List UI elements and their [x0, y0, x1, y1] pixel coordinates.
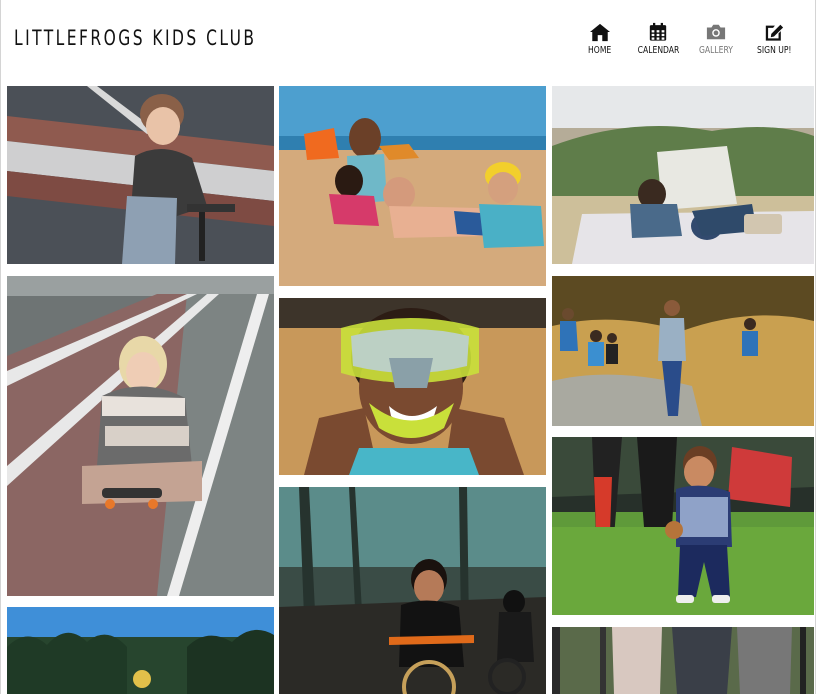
gallery-photo-kids-playground[interactable]	[552, 627, 814, 694]
nav-calendar[interactable]: CALENDAR	[636, 22, 680, 56]
gallery-photo-kids-running-path[interactable]	[552, 276, 814, 426]
camera-icon	[706, 24, 726, 40]
gallery-photo-girl-skateboard[interactable]	[7, 276, 274, 596]
gallery-photo-kids-picnic[interactable]	[552, 86, 814, 264]
edit-icon	[765, 24, 784, 41]
home-icon	[590, 23, 610, 42]
gallery-photo-boy-bike[interactable]	[279, 487, 546, 694]
gallery-photo-kids-beach[interactable]	[279, 86, 546, 286]
gallery-photo-girl-goggles[interactable]	[279, 298, 546, 475]
site-header: LITTLEFROGS KIDS CLUB HOME CALENDAR GALL…	[0, 0, 818, 84]
calendar-icon	[649, 22, 667, 41]
nav-home-label: HOME	[588, 45, 612, 56]
gallery-photo-toddler-soccer[interactable]	[552, 437, 814, 615]
site-title[interactable]: LITTLEFROGS KIDS CLUB	[14, 26, 256, 50]
main-nav: HOME CALENDAR GALLERY SIGN UP!	[578, 22, 796, 56]
nav-signup-label: SIGN UP!	[756, 45, 792, 56]
nav-home[interactable]: HOME	[578, 22, 622, 56]
nav-calendar-label: CALENDAR	[637, 45, 679, 56]
nav-gallery[interactable]: GALLERY	[694, 22, 738, 56]
nav-gallery-label: GALLERY	[699, 45, 733, 56]
gallery-photo-park-trees[interactable]	[7, 607, 274, 694]
nav-signup[interactable]: SIGN UP!	[752, 22, 796, 56]
gallery-photo-girl-scooter[interactable]	[7, 86, 274, 264]
